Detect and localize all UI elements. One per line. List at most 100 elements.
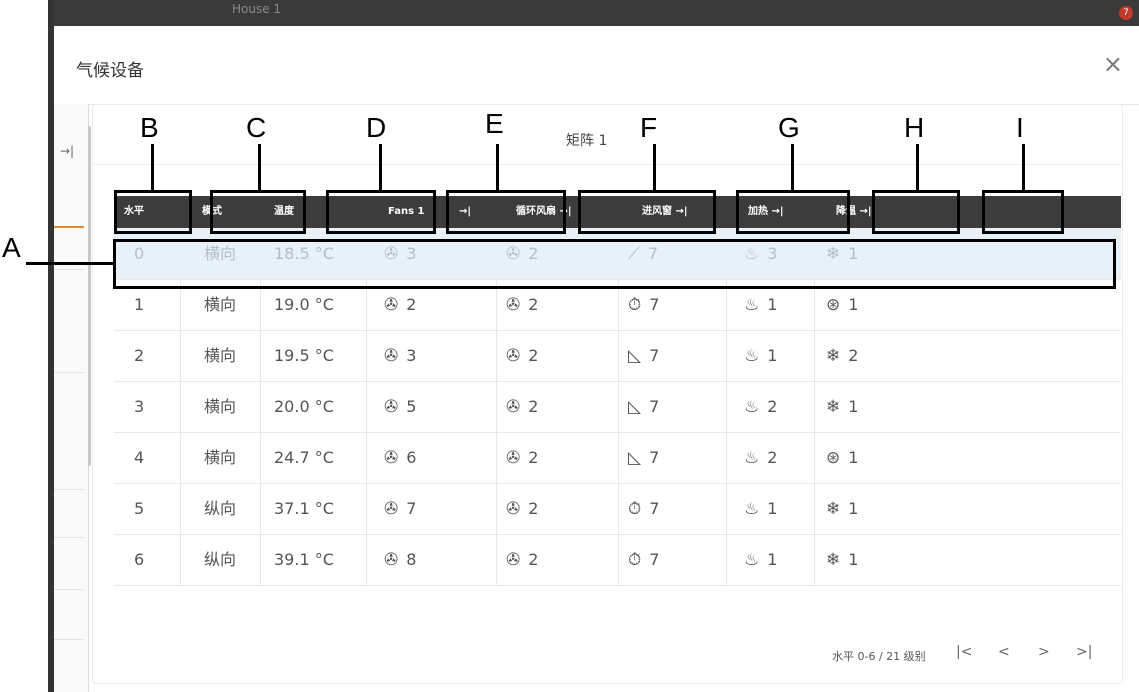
cell-inlet: ⏱ 7 bbox=[628, 534, 659, 585]
cell-inlet-value: 7 bbox=[649, 448, 660, 467]
cell-circulation-fans: ✇ 2 bbox=[506, 483, 538, 534]
annotation-box-i bbox=[982, 190, 1064, 234]
cell-mode-value: 横向 bbox=[204, 295, 237, 314]
cooling-icon: ⊛ bbox=[826, 295, 841, 315]
annotation-stem bbox=[1022, 144, 1025, 190]
cell-mode: 纵向 bbox=[204, 534, 236, 585]
cell-mode-value: 横向 bbox=[204, 397, 237, 416]
cell-cooling-value: 1 bbox=[848, 397, 859, 416]
divider bbox=[54, 489, 84, 490]
collapsed-side-panel[interactable]: →| bbox=[54, 104, 89, 692]
cell-fans-value: 3 bbox=[406, 346, 417, 365]
annotation-label-g: G bbox=[778, 112, 800, 143]
table-row[interactable]: 4 横向 24.7 °C ✇ 6 ✇ 2 ◺ 7 ♨ 2 ⊛ 1 bbox=[114, 432, 1121, 484]
cell-mode-value: 横向 bbox=[204, 448, 237, 467]
cell-temperature: 20.0 °C bbox=[274, 381, 334, 432]
pagination: 水平 0-6 / 21 级别 |< < > >| bbox=[114, 636, 1121, 676]
divider bbox=[54, 537, 84, 538]
cell-inlet: ⏱ 7 bbox=[628, 483, 659, 534]
cell-mode: 纵向 bbox=[204, 483, 236, 534]
inlet-icon: ⏱ bbox=[628, 499, 642, 519]
expand-panel-icon[interactable]: →| bbox=[60, 144, 74, 158]
cooling-icon: ⊛ bbox=[826, 448, 841, 468]
annotation-box-f bbox=[578, 190, 716, 234]
cooling-icon: ❄ bbox=[826, 397, 841, 417]
divider bbox=[54, 372, 84, 373]
cell-fans-value: 2 bbox=[406, 295, 417, 314]
close-icon[interactable]: × bbox=[1103, 50, 1123, 78]
fan-icon: ✇ bbox=[506, 346, 521, 366]
cell-level-value: 6 bbox=[134, 550, 145, 569]
annotation-stem bbox=[916, 144, 919, 190]
annotation-stem bbox=[791, 144, 794, 190]
flame-icon: ♨ bbox=[744, 295, 760, 315]
cell-fans: ✇ 7 bbox=[384, 483, 416, 534]
cell-cooling: ❄ 2 bbox=[826, 330, 858, 381]
cell-cooling-value: 1 bbox=[848, 448, 859, 467]
cell-level-value: 3 bbox=[134, 397, 145, 416]
annotation-box-e bbox=[446, 190, 566, 234]
annotation-stem bbox=[258, 144, 261, 190]
fan-icon: ✇ bbox=[506, 448, 521, 468]
cell-cooling: ⊛ 1 bbox=[826, 432, 858, 483]
annotation-box-h bbox=[872, 190, 960, 234]
table-row[interactable]: 5 纵向 37.1 °C ✇ 7 ✇ 2 ⏱ 7 ♨ 1 ❄ 1 bbox=[114, 483, 1121, 535]
cell-level-value: 5 bbox=[134, 499, 145, 518]
side-accent-line bbox=[54, 226, 84, 228]
cell-cooling-value: 2 bbox=[848, 346, 859, 365]
fan-icon: ✇ bbox=[384, 397, 399, 417]
table-row[interactable]: 2 横向 19.5 °C ✇ 3 ✇ 2 ◺ 7 ♨ 1 ❄ 2 bbox=[114, 330, 1121, 382]
fan-icon: ✇ bbox=[384, 448, 399, 468]
cell-inlet-value: 7 bbox=[649, 295, 660, 314]
annotation-box-d bbox=[326, 190, 436, 234]
first-page-button[interactable]: |< bbox=[956, 644, 972, 660]
cell-circulation-fans: ✇ 2 bbox=[506, 330, 538, 381]
cell-cooling-value: 1 bbox=[848, 499, 859, 518]
cell-fans: ✇ 8 bbox=[384, 534, 416, 585]
cell-level-value: 4 bbox=[134, 448, 145, 467]
last-page-button[interactable]: >| bbox=[1076, 644, 1092, 660]
cell-mode: 横向 bbox=[204, 432, 236, 483]
matrix-title: 矩阵 1 bbox=[566, 133, 608, 149]
cell-temperature-value: 19.0 °C bbox=[274, 295, 334, 314]
cell-inlet: ◺ 7 bbox=[628, 381, 659, 432]
fan-icon: ✇ bbox=[506, 295, 521, 315]
cooling-icon: ❄ bbox=[826, 499, 841, 519]
cell-temperature: 37.1 °C bbox=[274, 483, 334, 534]
cell-heating-value: 2 bbox=[767, 448, 778, 467]
fan-icon: ✇ bbox=[506, 397, 521, 417]
cooling-icon: ❄ bbox=[826, 550, 841, 570]
inlet-icon: ⏱ bbox=[628, 295, 642, 315]
cell-temperature: 19.5 °C bbox=[274, 330, 334, 381]
fan-icon: ✇ bbox=[506, 499, 521, 519]
cell-temperature-value: 19.5 °C bbox=[274, 346, 334, 365]
background-header bbox=[48, 0, 1139, 26]
cell-heating: ♨ 1 bbox=[744, 330, 777, 381]
cell-inlet-value: 7 bbox=[649, 397, 660, 416]
table-row[interactable]: 6 纵向 39.1 °C ✇ 8 ✇ 2 ⏱ 7 ♨ 1 ❄ 1 bbox=[114, 534, 1121, 586]
cell-heating: ♨ 2 bbox=[744, 432, 777, 483]
annotation-label-c: C bbox=[246, 112, 267, 143]
annotation-box-g bbox=[736, 190, 850, 234]
previous-page-button[interactable]: < bbox=[998, 644, 1010, 660]
cell-cooling: ❄ 1 bbox=[826, 381, 858, 432]
table-row[interactable]: 3 横向 20.0 °C ✇ 5 ✇ 2 ◺ 7 ♨ 2 ❄ 1 bbox=[114, 381, 1121, 433]
fan-icon: ✇ bbox=[384, 346, 399, 366]
inlet-icon: ◺ bbox=[628, 397, 642, 417]
cell-inlet-value: 7 bbox=[649, 499, 660, 518]
cell-fans-value: 7 bbox=[406, 499, 417, 518]
cell-circulation-fans: ✇ 2 bbox=[506, 432, 538, 483]
cell-mode-value: 横向 bbox=[204, 346, 237, 365]
flame-icon: ♨ bbox=[744, 550, 760, 570]
annotation-label-i: I bbox=[1016, 112, 1024, 143]
cell-inlet: ◺ 7 bbox=[628, 432, 659, 483]
next-page-button[interactable]: > bbox=[1038, 644, 1050, 660]
cell-circulation-fans-value: 2 bbox=[528, 499, 539, 518]
fan-icon: ✇ bbox=[384, 295, 399, 315]
scrollbar[interactable] bbox=[88, 126, 91, 466]
flame-icon: ♨ bbox=[744, 346, 760, 366]
cell-temperature-value: 20.0 °C bbox=[274, 397, 334, 416]
cell-heating: ♨ 1 bbox=[744, 483, 777, 534]
pagination-info: 水平 0-6 / 21 级别 bbox=[832, 650, 926, 663]
fan-icon: ✇ bbox=[384, 499, 399, 519]
